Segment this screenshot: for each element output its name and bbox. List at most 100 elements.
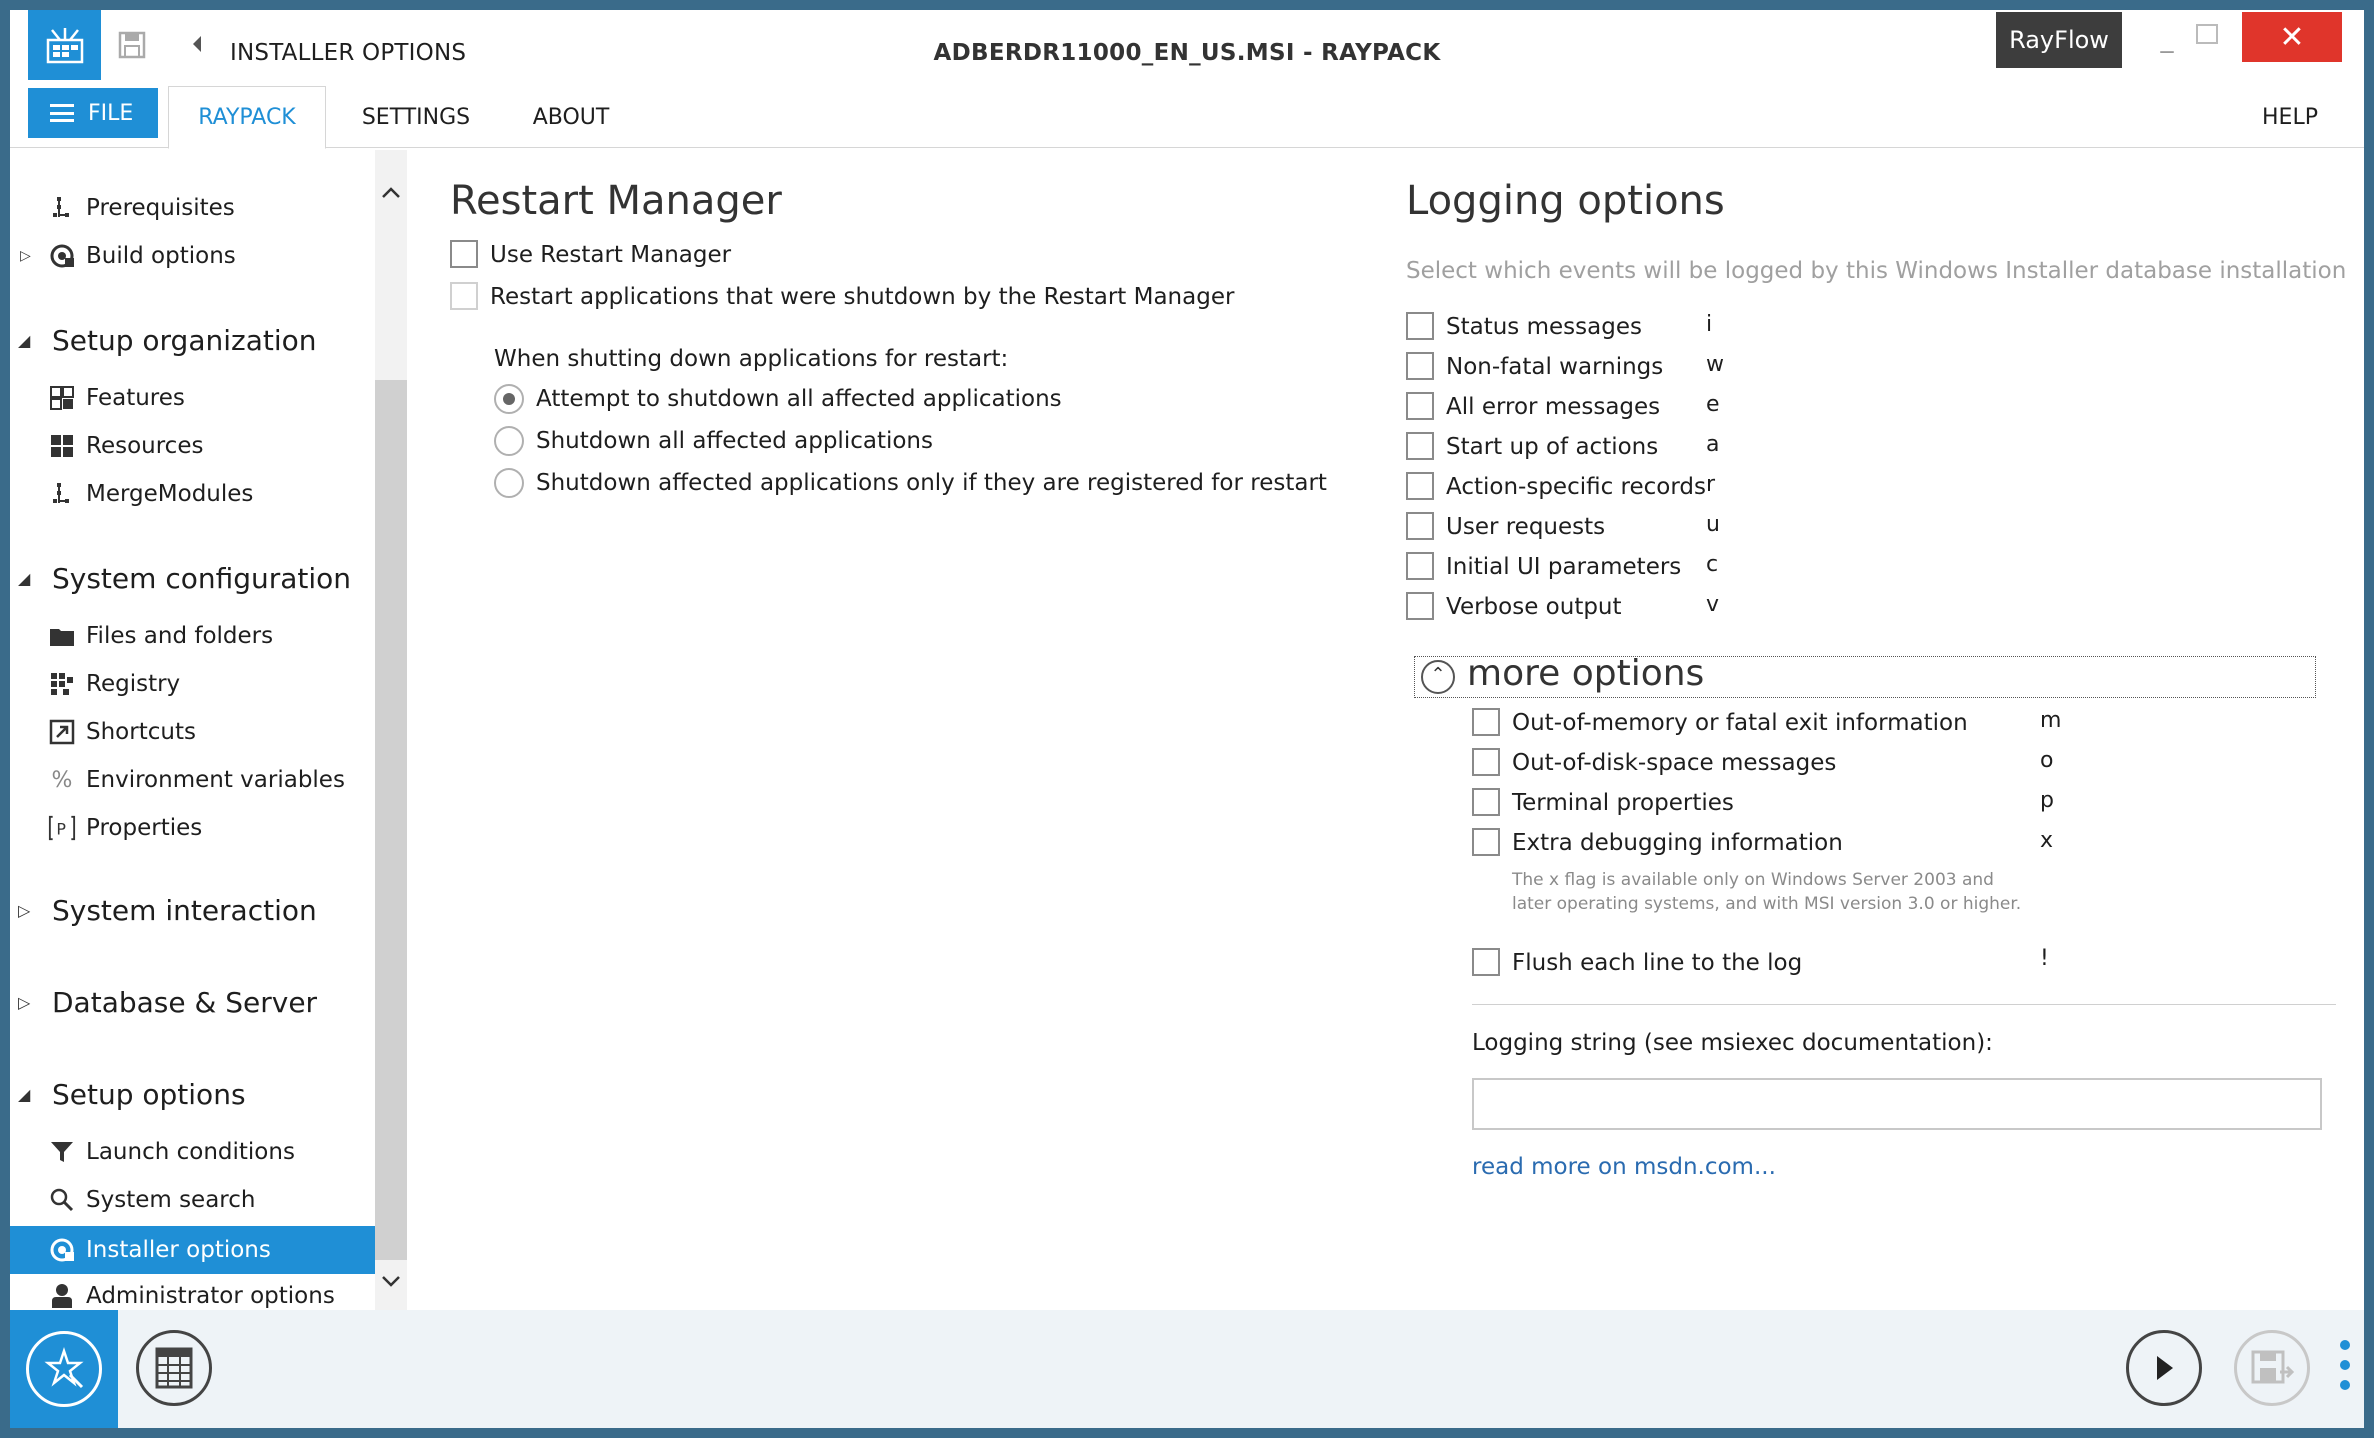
tab-about[interactable]: ABOUT xyxy=(516,86,626,148)
more-vertical-icon[interactable] xyxy=(2340,1340,2352,1400)
sidebar-item-registry[interactable]: Registry xyxy=(48,664,180,704)
scroll-thumb[interactable] xyxy=(375,380,407,1260)
collapse-arrow-icon[interactable]: ◢ xyxy=(10,1085,40,1104)
hamburger-icon xyxy=(50,104,74,122)
sidebar-item-build-options[interactable]: ▷ Build options xyxy=(10,236,236,276)
log-flag: r xyxy=(1706,472,1716,497)
save-button[interactable] xyxy=(2234,1330,2310,1406)
scroll-down-icon[interactable] xyxy=(375,1270,407,1300)
features-icon xyxy=(48,384,76,412)
sidebar-group-system-configuration[interactable]: ◢ System configuration xyxy=(10,556,351,600)
properties-icon: P xyxy=(48,814,76,842)
shutdown-radio-label: Attempt to shutdown all affected applica… xyxy=(536,386,1062,412)
use-restart-manager-checkbox[interactable] xyxy=(450,240,478,268)
log-flush-each-line-checkbox[interactable] xyxy=(1472,948,1500,976)
sidebar-group-setup-options[interactable]: ◢ Setup options xyxy=(10,1072,246,1116)
sidebar-item-resources[interactable]: Resources xyxy=(48,426,203,466)
sidebar-item-mergemodules[interactable]: MergeModules xyxy=(48,474,253,514)
file-menu-button[interactable]: FILE xyxy=(28,88,158,138)
restart-manager-heading: Restart Manager xyxy=(450,178,782,224)
svg-text:P: P xyxy=(56,820,66,839)
log-out-of-disk-space-checkbox[interactable] xyxy=(1472,748,1500,776)
log-flag: u xyxy=(1706,512,1720,537)
sidebar-item-launch-conditions[interactable]: Launch conditions xyxy=(48,1132,295,1172)
file-menu-label: FILE xyxy=(88,100,134,126)
wizard-button[interactable] xyxy=(10,1310,118,1428)
help-link[interactable]: HELP xyxy=(2240,86,2340,148)
sidebar-item-label: System search xyxy=(86,1187,256,1213)
restart-applications-checkbox[interactable] xyxy=(450,282,478,310)
sidebar-group-setup-organization[interactable]: ◢ Setup organization xyxy=(10,318,317,362)
collapse-arrow-icon[interactable]: ◢ xyxy=(10,331,40,350)
tab-settings[interactable]: SETTINGS xyxy=(346,86,486,148)
app-window: INSTALLER OPTIONS ADBERDR11000_EN_US.MSI… xyxy=(10,10,2364,1428)
log-initial-ui-parameters-checkbox[interactable] xyxy=(1406,552,1434,580)
log-terminal-properties-checkbox[interactable] xyxy=(1472,788,1500,816)
log-option-label: Initial UI parameters xyxy=(1446,554,1682,580)
shutdown-radio-registered[interactable] xyxy=(494,468,524,498)
sidebar-scrollbar[interactable] xyxy=(375,150,407,1320)
more-options-expander[interactable]: ⌃ more options xyxy=(1414,653,2316,698)
sidebar-item-environment-variables[interactable]: % Environment variables xyxy=(48,760,345,800)
shortcut-icon xyxy=(48,718,76,746)
log-all-error-messages-checkbox[interactable] xyxy=(1406,392,1434,420)
title-bar: INSTALLER OPTIONS ADBERDR11000_EN_US.MSI… xyxy=(10,10,2364,80)
sidebar-item-label: Launch conditions xyxy=(86,1139,295,1165)
administrator-icon xyxy=(48,1282,76,1310)
log-flag: o xyxy=(2040,748,2054,773)
table-icon xyxy=(155,1347,193,1389)
log-out-of-memory-checkbox[interactable] xyxy=(1472,708,1500,736)
sidebar-item-system-search[interactable]: System search xyxy=(48,1180,255,1220)
sidebar-group-label: Setup organization xyxy=(52,323,317,357)
logging-string-input[interactable] xyxy=(1472,1078,2322,1130)
sidebar-item-label: Installer options xyxy=(86,1237,271,1263)
table-view-button[interactable] xyxy=(136,1330,212,1406)
minimize-icon[interactable]: _ xyxy=(2152,26,2182,56)
sidebar-group-system-interaction[interactable]: ▷ System interaction xyxy=(10,888,317,932)
logging-options-heading: Logging options xyxy=(1406,178,1725,224)
read-more-msdn-link[interactable]: read more on msdn.com... xyxy=(1472,1154,1776,1180)
sidebar: Prerequisites ▷ Build options ◢ Setup or… xyxy=(10,150,375,1320)
log-action-specific-records-checkbox[interactable] xyxy=(1406,472,1434,500)
log-option-label: User requests xyxy=(1446,514,1606,540)
log-option-label: Out-of-disk-space messages xyxy=(1512,750,1837,776)
x-flag-note: The x flag is available only on Windows … xyxy=(1512,870,2022,914)
more-options-label: more options xyxy=(1467,653,1705,694)
sidebar-item-label: Properties xyxy=(86,815,203,841)
log-flag: a xyxy=(1706,432,1720,457)
run-button[interactable] xyxy=(2126,1330,2202,1406)
play-icon xyxy=(2157,1356,2173,1380)
log-start-up-of-actions-checkbox[interactable] xyxy=(1406,432,1434,460)
shutdown-radio-attempt[interactable] xyxy=(494,384,524,414)
expand-arrow-icon[interactable]: ▷ xyxy=(20,248,48,264)
sidebar-group-label: System configuration xyxy=(52,561,352,595)
close-icon[interactable]: ✕ xyxy=(2242,12,2342,62)
sidebar-item-label: Build options xyxy=(86,243,236,269)
log-extra-debugging-checkbox[interactable] xyxy=(1472,828,1500,856)
sidebar-item-properties[interactable]: P Properties xyxy=(48,808,202,848)
sidebar-item-label: Environment variables xyxy=(86,767,345,793)
sidebar-item-installer-options[interactable]: Installer options xyxy=(10,1226,375,1274)
sidebar-group-database-server[interactable]: ▷ Database & Server xyxy=(10,980,317,1024)
sidebar-item-features[interactable]: Features xyxy=(48,378,185,418)
expand-arrow-icon[interactable]: ▷ xyxy=(10,901,40,920)
collapse-arrow-icon[interactable]: ◢ xyxy=(10,569,40,588)
log-status-messages-checkbox[interactable] xyxy=(1406,312,1434,340)
maximize-icon[interactable] xyxy=(2196,24,2218,44)
sidebar-group-label: Setup options xyxy=(52,1077,246,1111)
log-verbose-output-checkbox[interactable] xyxy=(1406,592,1434,620)
sidebar-item-shortcuts[interactable]: Shortcuts xyxy=(48,712,196,752)
scroll-up-icon[interactable] xyxy=(375,180,407,210)
sidebar-item-label: Administrator options xyxy=(86,1283,335,1309)
shutdown-radio-all[interactable] xyxy=(494,426,524,456)
tab-raypack[interactable]: RAYPACK xyxy=(168,86,326,149)
filter-icon xyxy=(48,1138,76,1166)
rayflow-button[interactable]: RayFlow xyxy=(1996,12,2122,68)
expand-arrow-icon[interactable]: ▷ xyxy=(10,993,40,1012)
log-flag: ! xyxy=(2040,946,2049,971)
log-user-requests-checkbox[interactable] xyxy=(1406,512,1434,540)
chevron-up-icon[interactable]: ⌃ xyxy=(1421,660,1455,694)
log-non-fatal-warnings-checkbox[interactable] xyxy=(1406,352,1434,380)
sidebar-item-files-and-folders[interactable]: Files and folders xyxy=(48,616,273,656)
sidebar-item-prerequisites[interactable]: Prerequisites xyxy=(48,188,235,228)
